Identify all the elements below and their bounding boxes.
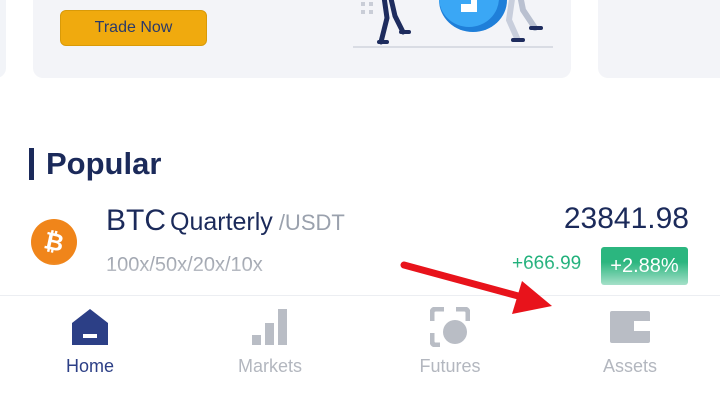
banner-card-current[interactable]: Trade Now <box>33 0 571 78</box>
bottom-navigation: Home Markets Futures Assets <box>0 295 720 405</box>
nav-label-home: Home <box>65 356 114 376</box>
market-row-btc[interactable]: ₿ BTC Quarterly/USDT 100x/50x/20x/10x 238… <box>0 198 720 293</box>
leverage-options: 100x/50x/20x/10x <box>106 254 263 276</box>
coin-symbol: BTC <box>106 204 166 237</box>
nav-item-markets[interactable]: Markets <box>180 296 360 405</box>
bitcoin-icon: ₿ <box>31 219 77 265</box>
futures-icon <box>430 307 470 347</box>
bar-chart-icon <box>252 309 287 345</box>
nav-item-home[interactable]: Home <box>0 296 180 405</box>
banner-card-next[interactable] <box>598 0 720 78</box>
nav-item-assets[interactable]: Assets <box>540 296 720 405</box>
popular-section-header: Popular <box>29 146 161 182</box>
contract-type: Quarterly <box>170 208 273 236</box>
price-change-percent-badge: +2.88% <box>601 247 688 285</box>
wallet-icon <box>610 311 650 343</box>
trade-now-button[interactable]: Trade Now <box>60 10 207 46</box>
banner-card-previous[interactable] <box>0 0 6 78</box>
nav-label-markets: Markets <box>237 356 302 376</box>
section-accent-bar <box>29 148 34 180</box>
popular-title: Popular <box>46 146 162 181</box>
svg-text:₿: ₿ <box>42 227 67 257</box>
banner-illustration <box>353 0 553 48</box>
home-icon <box>72 309 108 345</box>
nav-label-futures: Futures <box>419 356 481 376</box>
last-price: 23841.98 <box>563 202 689 235</box>
banner-carousel[interactable]: Trade Now <box>0 0 720 95</box>
nav-item-futures[interactable]: Futures <box>360 296 540 405</box>
nav-label-assets: Assets <box>602 356 658 376</box>
price-change-absolute: +666.99 <box>512 253 582 274</box>
contract-name: BTC Quarterly/USDT <box>106 204 345 238</box>
quote-currency: /USDT <box>278 210 345 235</box>
